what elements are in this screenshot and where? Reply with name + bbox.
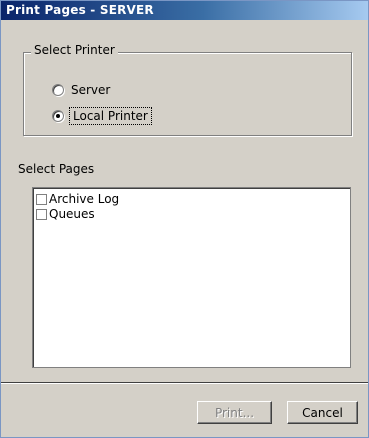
pages-listbox[interactable]: Archive Log Queues xyxy=(32,187,351,368)
queues-checkbox[interactable] xyxy=(36,208,47,220)
radio-local-printer-label: Local Printer xyxy=(69,107,152,125)
window-title: Print Pages - SERVER xyxy=(6,3,154,17)
radio-local-printer-button[interactable] xyxy=(52,110,64,122)
archive-log-label: Archive Log xyxy=(49,192,120,206)
radio-server-button[interactable] xyxy=(52,84,64,96)
print-button[interactable]: Print... xyxy=(197,401,272,424)
queues-label: Queues xyxy=(49,207,95,221)
title-bar[interactable]: Print Pages - SERVER xyxy=(1,1,368,20)
archive-log-checkbox[interactable] xyxy=(36,193,47,205)
radio-local-printer[interactable]: Local Printer xyxy=(52,107,152,125)
list-item-archive-log[interactable]: Archive Log xyxy=(36,192,119,206)
print-pages-dialog: Print Pages - SERVER Select Printer Serv… xyxy=(0,0,369,438)
radio-server-label: Server xyxy=(71,83,111,97)
radio-server[interactable]: Server xyxy=(52,82,110,98)
list-item-queues[interactable]: Queues xyxy=(36,207,95,221)
select-pages-label: Select Pages xyxy=(18,162,95,176)
select-printer-legend: Select Printer xyxy=(31,43,118,57)
cancel-button[interactable]: Cancel xyxy=(287,401,358,424)
footer-separator xyxy=(1,382,368,384)
